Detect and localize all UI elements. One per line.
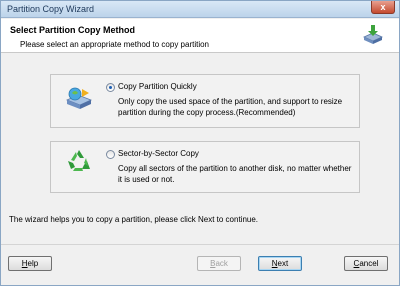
option-description: Only copy the used space of the partitio… xyxy=(118,97,343,117)
sector-by-sector-radio[interactable] xyxy=(106,150,115,159)
title-bar: Partition Copy Wizard x xyxy=(1,1,399,18)
close-button[interactable]: x xyxy=(371,1,395,14)
option-label: Sector-by-Sector Copy xyxy=(118,149,199,158)
cancel-button[interactable]: Cancel xyxy=(344,256,388,271)
option-label: Copy Partition Quickly xyxy=(118,82,197,91)
wizard-hint: The wizard helps you to copy a partition… xyxy=(9,215,259,224)
option-copy-quickly[interactable]: Copy Partition Quickly Only copy the use… xyxy=(50,74,360,128)
next-button[interactable]: Next xyxy=(258,256,302,271)
option-sector-by-sector[interactable]: Sector-by-Sector Copy Copy all sectors o… xyxy=(50,141,360,193)
page-title: Select Partition Copy Method xyxy=(10,25,136,35)
disk-copy-icon xyxy=(65,87,93,109)
disk-wizard-icon xyxy=(363,25,383,44)
back-button[interactable]: Back xyxy=(197,256,241,271)
divider xyxy=(1,244,399,245)
copy-quickly-radio[interactable] xyxy=(106,83,115,92)
help-button[interactable]: Help xyxy=(8,256,52,271)
wizard-window: Partition Copy Wizard x Select Partition… xyxy=(0,0,400,286)
wizard-header: Select Partition Copy Method Please sele… xyxy=(1,19,399,53)
recycle-icon xyxy=(68,150,90,171)
window-title: Partition Copy Wizard xyxy=(7,4,95,14)
page-subtitle: Please select an appropriate method to c… xyxy=(20,40,210,49)
option-description: Copy all sectors of the partition to ano… xyxy=(118,164,352,184)
